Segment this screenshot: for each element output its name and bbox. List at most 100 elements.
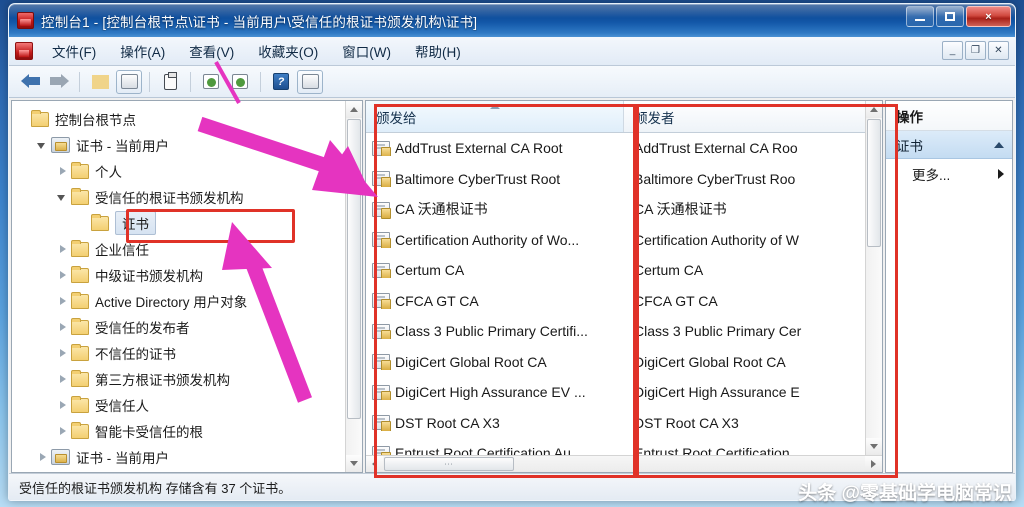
- menu-item-action[interactable]: 操作(A): [109, 37, 176, 65]
- certificate-rows[interactable]: AddTrust External CA Root AddTrust Extern…: [366, 133, 882, 472]
- restore-button[interactable]: [936, 6, 964, 27]
- action-more[interactable]: 更多...: [886, 159, 1012, 189]
- table-row[interactable]: Certum CA Certum CA: [366, 255, 882, 286]
- expand-collapse-icon-open[interactable]: [36, 139, 49, 152]
- table-row[interactable]: Class 3 Public Primary Certifi... Class 3…: [366, 316, 882, 347]
- export-list-icon[interactable]: [227, 70, 253, 94]
- console-tree-pane: 控制台根节点 证书 - 当前用户 个人 受信任的根证书颁发机构 证书 企业信任 中级证书颁发…: [11, 100, 363, 473]
- view-icon[interactable]: [297, 69, 323, 94]
- help-icon[interactable]: ?: [268, 70, 294, 94]
- expand-collapse-icon-open[interactable]: [56, 191, 69, 204]
- tree-node[interactable]: 不信任的证书: [16, 340, 362, 366]
- cell-issued-to-label: CA 沃通根证书: [395, 201, 488, 218]
- table-row[interactable]: CFCA GT CA CFCA GT CA: [366, 286, 882, 317]
- tree-node[interactable]: 中级证书颁发机构: [16, 262, 362, 288]
- tree-scroll-thumb[interactable]: [347, 119, 361, 419]
- menu-item-help[interactable]: 帮助(H): [404, 37, 472, 65]
- expand-collapse-icon-closed[interactable]: [36, 451, 49, 464]
- certificate-icon: [372, 293, 391, 309]
- chevron-right-icon: [998, 169, 1004, 179]
- actions-group-certificates[interactable]: 证书: [886, 131, 1012, 159]
- tree-node[interactable]: 证书 - 当前用户: [16, 132, 362, 158]
- tree-vertical-scrollbar[interactable]: [345, 101, 362, 472]
- tree-node[interactable]: 个人: [16, 158, 362, 184]
- folder-icon: [71, 239, 89, 257]
- show-hide-tree-icon[interactable]: [116, 69, 142, 94]
- tree-scroll-up-button[interactable]: [346, 101, 362, 118]
- tree-node[interactable]: 受信任的发布者: [16, 314, 362, 340]
- close-button[interactable]: ×: [966, 6, 1011, 27]
- tree-node-label: 受信任的发布者: [95, 321, 190, 336]
- expand-collapse-icon-closed[interactable]: [56, 243, 69, 256]
- expand-collapse-icon-closed[interactable]: [56, 295, 69, 308]
- mdi-minimize-button[interactable]: _: [942, 41, 963, 60]
- expand-collapse-icon-closed[interactable]: [56, 399, 69, 412]
- chevron-up-icon: [994, 141, 1004, 148]
- cell-issued-by: Certification Authority of W: [634, 231, 799, 248]
- table-row[interactable]: DigiCert High Assurance EV ... DigiCert H…: [366, 377, 882, 408]
- mdi-close-button[interactable]: ✕: [988, 41, 1009, 60]
- expand-collapse-icon-closed[interactable]: [56, 347, 69, 360]
- expand-collapse-icon-closed[interactable]: [56, 165, 69, 178]
- tree-node-label: Active Directory 用户对象: [95, 295, 248, 310]
- refresh-icon[interactable]: [198, 70, 224, 94]
- table-row[interactable]: AddTrust External CA Root AddTrust Extern…: [366, 133, 882, 164]
- tree-node-label: 受信任人: [95, 399, 149, 414]
- list-vertical-scrollbar[interactable]: [865, 101, 882, 455]
- cell-issued-to: DST Root CA X3: [366, 415, 624, 431]
- properties-icon[interactable]: [157, 70, 183, 94]
- table-row[interactable]: DST Root CA X3 DST Root CA X3: [366, 408, 882, 439]
- tree-node[interactable]: 企业信任: [16, 236, 362, 262]
- back-icon[interactable]: [17, 70, 43, 94]
- list-hscroll-thumb[interactable]: ⋯: [384, 457, 514, 471]
- list-scroll-thumb[interactable]: [867, 119, 881, 247]
- list-scroll-down-button[interactable]: [866, 438, 882, 455]
- tree-node-label: 证书 - 当前用户: [76, 451, 169, 466]
- certificate-store-icon: [51, 449, 70, 465]
- cell-issued-to-label: CFCA GT CA: [395, 292, 479, 309]
- tree-node[interactable]: 证书 - 当前用户: [16, 444, 362, 470]
- mdi-restore-button[interactable]: ❐: [965, 41, 986, 60]
- menu-item-window[interactable]: 窗口(W): [331, 37, 402, 65]
- certificate-icon: [372, 171, 391, 187]
- cell-issued-to: Certum CA: [366, 262, 624, 279]
- list-scroll-up-button[interactable]: [866, 101, 882, 118]
- tree-node[interactable]: 证书: [16, 210, 362, 236]
- minimize-button[interactable]: [906, 6, 934, 27]
- table-row[interactable]: Certification Authority of Wo... Certific…: [366, 225, 882, 256]
- cell-issued-by: CA 沃通根证书: [634, 201, 727, 218]
- list-horizontal-scrollbar[interactable]: ⋯: [366, 455, 882, 472]
- list-scroll-left-button[interactable]: [366, 456, 383, 472]
- column-header-issued-to-label: 颁发给: [376, 110, 417, 126]
- tree-scroll-down-button[interactable]: [346, 455, 362, 472]
- expand-collapse-icon-closed[interactable]: [56, 373, 69, 386]
- cell-issued-to: DigiCert High Assurance EV ...: [366, 384, 624, 401]
- toolbar-separator: [190, 71, 191, 92]
- tree-node[interactable]: 智能卡受信任的根: [16, 418, 362, 444]
- tree-node[interactable]: 控制台根节点: [16, 106, 362, 132]
- table-row[interactable]: DigiCert Global Root CA DigiCert Global R…: [366, 347, 882, 378]
- forward-icon[interactable]: [46, 70, 72, 94]
- tree-node[interactable]: 受信任人: [16, 392, 362, 418]
- column-header-issued-to[interactable]: 颁发给: [366, 101, 624, 132]
- expand-collapse-icon-closed[interactable]: [56, 321, 69, 334]
- expand-collapse-icon-closed[interactable]: [56, 269, 69, 282]
- table-row[interactable]: Baltimore CyberTrust Root Baltimore Cyber…: [366, 164, 882, 195]
- tree-node[interactable]: 第三方根证书颁发机构: [16, 366, 362, 392]
- tree-node[interactable]: 受信任的根证书颁发机构: [16, 184, 362, 210]
- tree-node[interactable]: Active Directory 用户对象: [16, 288, 362, 314]
- menu-item-view[interactable]: 查看(V): [178, 37, 245, 65]
- title-bar[interactable]: 控制台1 - [控制台根节点\证书 - 当前用户\受信任的根证书颁发机构\证书]…: [9, 4, 1015, 37]
- actions-group-label: 证书: [896, 138, 923, 154]
- table-row[interactable]: CA 沃通根证书 CA 沃通根证书: [366, 194, 882, 225]
- menu-item-file[interactable]: 文件(F): [41, 37, 107, 65]
- console-tree[interactable]: 控制台根节点 证书 - 当前用户 个人 受信任的根证书颁发机构 证书 企业信任 中级证书颁发…: [12, 101, 362, 472]
- folder-icon: [71, 187, 89, 205]
- toolbar-separator: [149, 71, 150, 92]
- expand-collapse-icon-closed[interactable]: [56, 425, 69, 438]
- up-folder-icon[interactable]: [87, 70, 113, 94]
- menu-item-favorites[interactable]: 收藏夹(O): [247, 37, 329, 65]
- toolbar-separator: [260, 71, 261, 92]
- column-header-issued-by[interactable]: 颁发者: [624, 101, 882, 132]
- list-scroll-right-button[interactable]: [865, 456, 882, 472]
